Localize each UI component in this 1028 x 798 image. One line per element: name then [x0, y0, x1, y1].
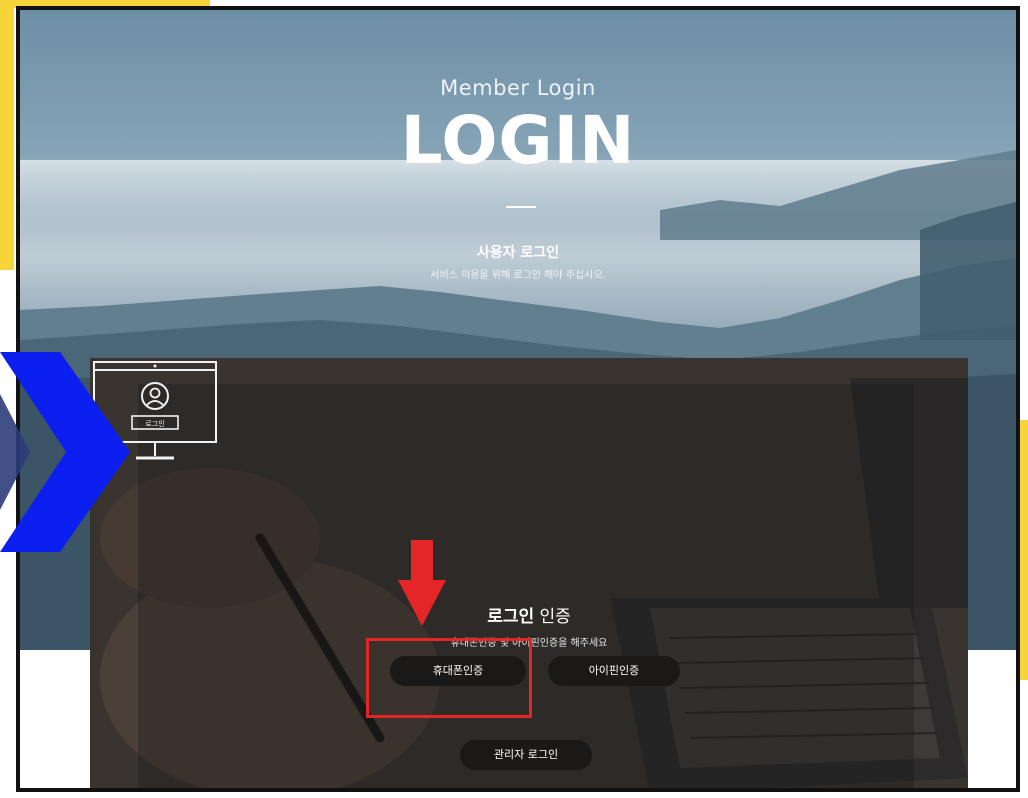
auth-title-bold: 로그인: [487, 607, 535, 627]
admin-login-button[interactable]: 관리자 로그인: [460, 740, 592, 770]
ipin-auth-button[interactable]: 아이핀인증: [548, 656, 680, 686]
hero-subtitle: Member Login: [440, 76, 596, 100]
title-divider: [506, 206, 536, 208]
arrow-down-icon: [398, 540, 446, 626]
login-card: 로그인 로그인 인증 휴대폰인증 및 아이핀인증을 해주세요 휴대폰인증 아이핀…: [90, 358, 968, 788]
page-title: LOGIN: [400, 102, 636, 179]
corner-decoration-top-left: [0, 0, 14, 270]
auth-title: 로그인 인증: [90, 602, 968, 627]
section-heading: 사용자 로그인: [476, 245, 560, 261]
auth-title-rest: 인증: [534, 607, 571, 627]
screenshot-frame: Member Login LOGIN 사용자 로그인 서비스 이용을 위해 로그…: [16, 6, 1020, 792]
inner-overlay-panel: [138, 384, 914, 788]
chevron-right-icon: [0, 352, 130, 552]
highlight-box: [366, 638, 532, 718]
corner-decoration-right: [1020, 420, 1028, 680]
section-description: 서비스 이용을 위해 로그인 해야 주십시오.: [430, 270, 606, 281]
monitor-badge-label: 로그인: [145, 419, 164, 428]
